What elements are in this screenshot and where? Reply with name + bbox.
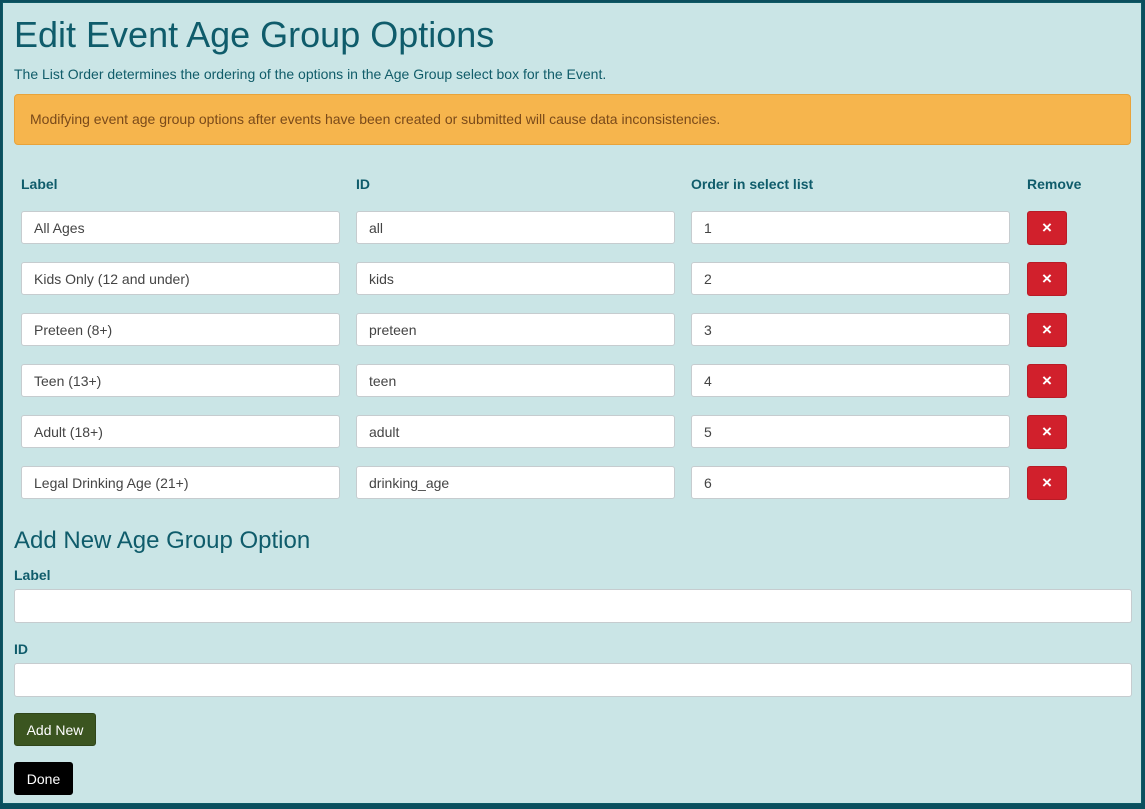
remove-button[interactable]: × xyxy=(1027,415,1067,449)
remove-button[interactable]: × xyxy=(1027,211,1067,245)
remove-button[interactable]: × xyxy=(1027,364,1067,398)
label-input[interactable] xyxy=(21,364,340,397)
close-icon: × xyxy=(1042,371,1052,390)
column-header-label: Label xyxy=(21,176,58,192)
label-input[interactable] xyxy=(21,211,340,244)
id-input[interactable] xyxy=(356,466,675,499)
page-title: Edit Event Age Group Options xyxy=(14,14,495,55)
column-header-id: ID xyxy=(356,176,370,192)
close-icon: × xyxy=(1042,473,1052,492)
new-id-label: ID xyxy=(14,641,28,657)
close-icon: × xyxy=(1042,320,1052,339)
order-input[interactable] xyxy=(691,313,1010,346)
order-input[interactable] xyxy=(691,211,1010,244)
label-input[interactable] xyxy=(21,262,340,295)
close-icon: × xyxy=(1042,269,1052,288)
id-input[interactable] xyxy=(356,364,675,397)
label-input[interactable] xyxy=(21,415,340,448)
edit-panel: Edit Event Age Group Options The List Or… xyxy=(2,2,1142,804)
done-button[interactable]: Done xyxy=(14,762,73,795)
remove-button[interactable]: × xyxy=(1027,466,1067,500)
column-header-remove: Remove xyxy=(1027,176,1082,192)
label-input[interactable] xyxy=(21,313,340,346)
column-header-order: Order in select list xyxy=(691,176,814,192)
order-input[interactable] xyxy=(691,262,1010,295)
new-label-label: Label xyxy=(14,567,51,583)
add-new-title: Add New Age Group Option xyxy=(14,527,311,554)
new-label-input[interactable] xyxy=(14,589,1132,623)
close-icon: × xyxy=(1042,218,1052,237)
label-input[interactable] xyxy=(21,466,340,499)
new-id-input[interactable] xyxy=(14,663,1132,697)
remove-button[interactable]: × xyxy=(1027,313,1067,347)
id-input[interactable] xyxy=(356,211,675,244)
page-description: The List Order determines the ordering o… xyxy=(14,66,607,82)
id-input[interactable] xyxy=(356,415,675,448)
remove-button[interactable]: × xyxy=(1027,262,1067,296)
id-input[interactable] xyxy=(356,313,675,346)
order-input[interactable] xyxy=(691,415,1010,448)
id-input[interactable] xyxy=(356,262,675,295)
order-input[interactable] xyxy=(691,364,1010,397)
order-input[interactable] xyxy=(691,466,1010,499)
warning-alert: Modifying event age group options after … xyxy=(14,94,1131,145)
add-new-button[interactable]: Add New xyxy=(14,713,96,746)
close-icon: × xyxy=(1042,422,1052,441)
